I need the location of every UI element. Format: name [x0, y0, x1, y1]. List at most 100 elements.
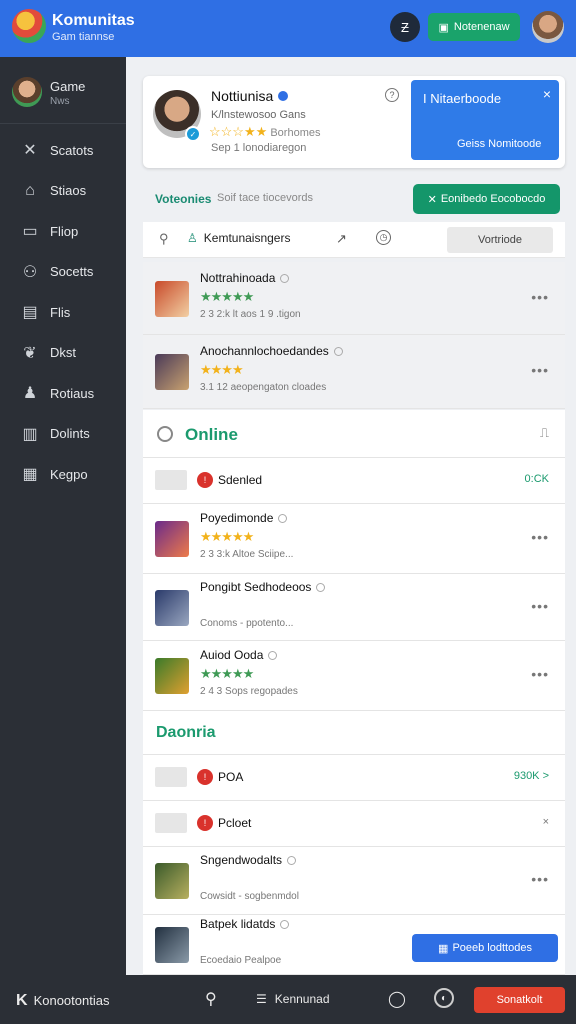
- verified-icon: [280, 273, 290, 283]
- user-avatar[interactable]: [532, 11, 564, 43]
- sidebar-item-label: Socetts: [50, 264, 94, 279]
- sidebar-avatar: [12, 77, 42, 107]
- list-icon: ☰: [256, 992, 267, 1006]
- filter-action-label: Eonibedo Eocobocdo: [440, 193, 546, 205]
- promo-link[interactable]: Geiss Nomitoode: [457, 138, 541, 150]
- home-icon: ⌂: [25, 181, 35, 199]
- more-options-icon[interactable]: •••: [531, 529, 549, 545]
- summary-value[interactable]: ×: [543, 816, 549, 828]
- profile-card-name: Nottiunisa: [211, 88, 289, 104]
- daonria-section-header: Daonria: [143, 711, 565, 755]
- list-item[interactable]: Sngendwodalts Cowsidt - sogbenmdol •••: [143, 847, 565, 915]
- app-logo[interactable]: [12, 9, 46, 43]
- leaf-icon: ❦: [23, 344, 37, 362]
- sidebar-item-6[interactable]: ♟ Rotiaus: [0, 373, 126, 413]
- pin-icon[interactable]: ⚲: [205, 989, 217, 1009]
- sidebar-item-4[interactable]: ▤ Flis: [0, 292, 126, 332]
- notifications-button[interactable]: ▣ Notenenaw: [428, 13, 520, 41]
- game-thumbnail: [155, 521, 189, 557]
- search-icon[interactable]: ⚲: [159, 231, 169, 247]
- list-item[interactable]: Anochannlochoedandes ★★★★ 3.1 12 aeopengat…: [143, 335, 565, 409]
- game-thumbnail: [155, 354, 189, 390]
- item-meta: 3.1 12 aeopengaton cloades: [200, 382, 327, 393]
- report-button[interactable]: Sonatkolt: [474, 987, 565, 1013]
- sidebar-item-8[interactable]: ▦ Kegpo: [0, 454, 126, 494]
- sidebar-item-5[interactable]: ❦ Dkst: [0, 333, 126, 373]
- clock-icon[interactable]: ◷: [376, 230, 391, 245]
- more-options-icon[interactable]: •••: [531, 598, 549, 614]
- sidebar-item-2[interactable]: ▭ Fliop: [0, 211, 126, 251]
- verified-icon: [287, 856, 297, 866]
- bell-icon: ▣: [438, 21, 449, 34]
- verified-badge-icon: ✓: [185, 126, 201, 142]
- summary-value[interactable]: 930K >: [514, 770, 549, 782]
- more-options-icon[interactable]: •••: [531, 871, 549, 887]
- verified-icon: [280, 920, 290, 930]
- bookmark-icon[interactable]: ⎍: [540, 425, 549, 441]
- grid-icon: ▦: [22, 466, 38, 483]
- online-title: Online: [185, 425, 238, 444]
- list-item[interactable]: Poyedimonde ★★★★★ 2 3 3:k Altoe Sciipe... •…: [143, 504, 565, 574]
- verified-icon: [316, 582, 326, 592]
- sidebar-item-3[interactable]: ⚇ Socetts: [0, 252, 126, 292]
- item-title: Pongibt Sedhodeoos: [200, 580, 326, 594]
- verified-icon: [278, 514, 288, 524]
- bottom-bar: K Konootontias ⚲ ☰ Kennunad ◯ ◐ Sonatkolt: [0, 975, 576, 1024]
- online-summary-row[interactable]: ! Sdenled 0:CK: [143, 458, 565, 504]
- verified-icon: [268, 651, 278, 661]
- tools-icon: ✕: [23, 142, 37, 159]
- brand-k-icon: K: [16, 992, 28, 1009]
- daonria-action-button[interactable]: ▦ Poeeb lodttodes: [412, 934, 558, 962]
- compass-icon[interactable]: ◐: [434, 988, 454, 1008]
- sidebar-item-0[interactable]: ✕ Scatots: [0, 130, 126, 170]
- star-rating-icon: ★★★★★: [200, 666, 254, 681]
- sidebar-item-7[interactable]: ▥ Dolints: [0, 414, 126, 454]
- tab-community[interactable]: ♙ Kemtunaisngers: [187, 231, 290, 245]
- chat-bubble-icon[interactable]: ◯: [388, 989, 406, 1009]
- online-section-header: Online ⎍: [143, 410, 565, 458]
- sidebar-item-1[interactable]: ⌂ Stiaos: [0, 171, 126, 211]
- people-icon: ⚇: [22, 263, 38, 281]
- file-icon: ▤: [22, 304, 38, 321]
- alert-icon: !: [197, 815, 213, 831]
- item-title: Sngendwodalts: [200, 853, 297, 867]
- sidebar-item-label: Flis: [50, 304, 71, 320]
- item-title: Batpek lidatds: [200, 917, 290, 931]
- list-item[interactable]: Auiod Ooda ★★★★★ 2 4 3 Sops regopades •••: [143, 641, 565, 711]
- item-meta: 2 4 3 Sops regopades: [200, 686, 298, 697]
- profile-switch-button[interactable]: Ƶ: [390, 12, 420, 42]
- app-subtitle: Gam tiannse: [52, 31, 115, 43]
- game-thumbnail: [155, 280, 189, 317]
- daonria-summary-row[interactable]: ! POA 930K >: [143, 755, 565, 801]
- sort-button[interactable]: Vortriode: [447, 227, 553, 253]
- share-icon[interactable]: ↗: [336, 231, 347, 247]
- sidebar-profile[interactable]: Game Nws: [12, 75, 122, 115]
- close-icon[interactable]: ×: [543, 86, 551, 102]
- more-options-icon[interactable]: •••: [531, 289, 549, 305]
- game-thumbnail: [155, 927, 189, 963]
- daonria-summary-row[interactable]: ! Pcloet ×: [143, 801, 565, 847]
- promo-title: I Nitaerboode: [423, 91, 502, 106]
- bottom-brand[interactable]: K Konootontias: [16, 992, 109, 1010]
- star-rating-icon: ☆☆☆★★: [209, 124, 268, 139]
- x-icon: ✕: [427, 193, 437, 206]
- placeholder-thumb: [155, 813, 187, 833]
- filter-action-button[interactable]: ✕ Eonibedo Eocobocdo: [413, 184, 560, 214]
- list-item[interactable]: Nottrahinoada ★★★★★ 2 3 2:k lt aos 1 9 .ti…: [143, 262, 565, 335]
- sidebar-item-label: Rotiaus: [50, 385, 95, 401]
- sidebar-item-label: Dolints: [50, 426, 90, 441]
- sidebar-profile-name: Game: [50, 79, 86, 94]
- online-status-icon: [157, 426, 173, 442]
- item-meta: Ecoedaio Pealpoe: [200, 955, 282, 966]
- placeholder-thumb: [155, 470, 187, 490]
- promo-banner[interactable]: I Nitaerboode × Geiss Nomitoode: [411, 80, 559, 160]
- summary-label: Pcloet: [218, 816, 252, 830]
- help-icon[interactable]: ?: [385, 88, 399, 102]
- summary-value: 0:CK: [524, 473, 549, 485]
- bottom-tab-community[interactable]: ☰ Kennunad: [256, 992, 330, 1006]
- list-item[interactable]: Pongibt Sedhodeoos Conoms - ppotento... ••…: [143, 574, 565, 641]
- star-rating-icon: ★★★★★: [200, 529, 254, 544]
- more-options-icon[interactable]: •••: [531, 362, 549, 378]
- grid-icon: ▦: [438, 942, 449, 955]
- more-options-icon[interactable]: •••: [531, 666, 549, 682]
